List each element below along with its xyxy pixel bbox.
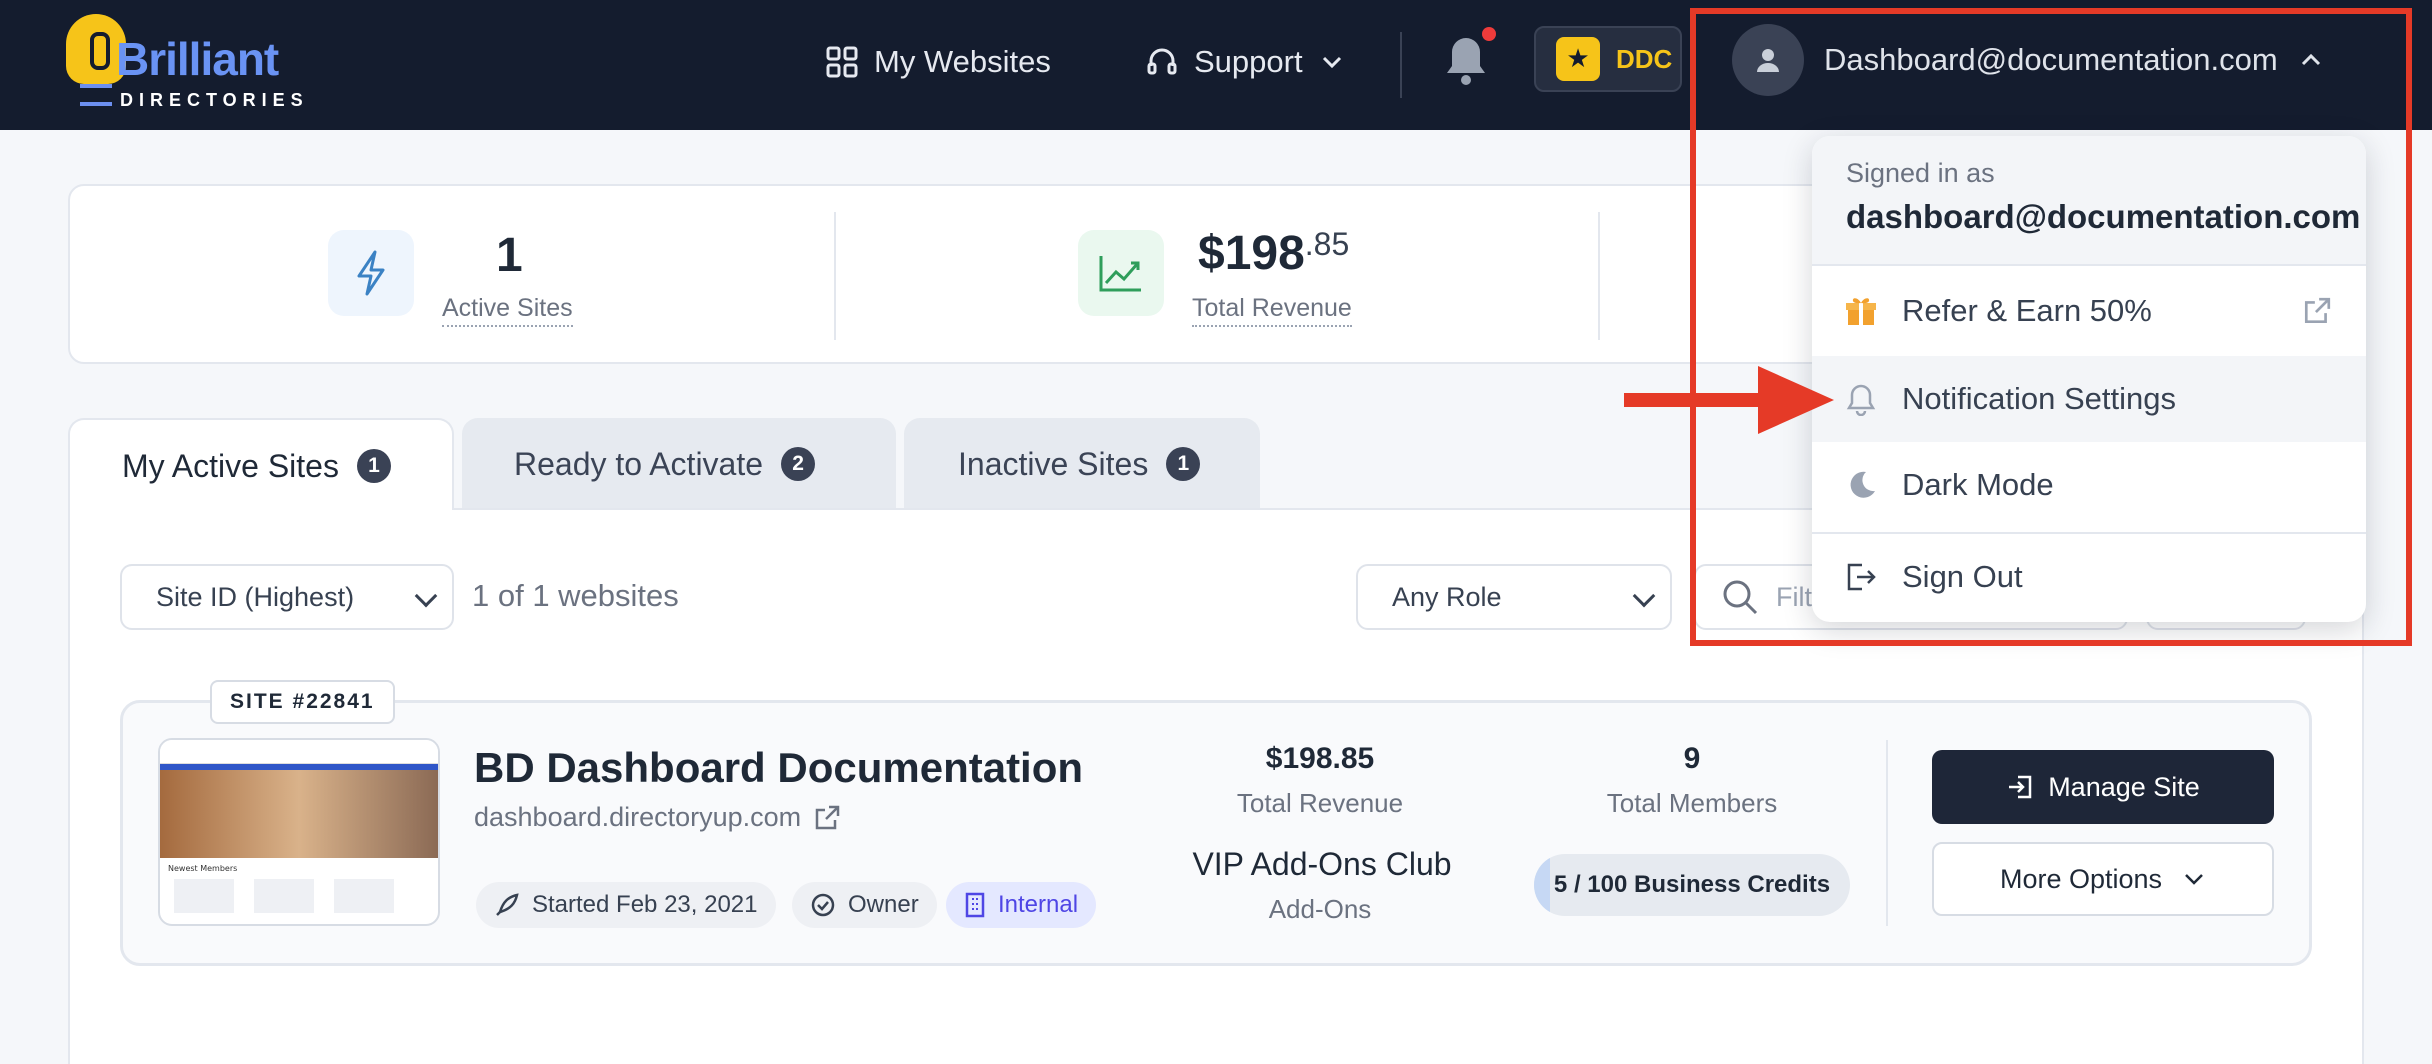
sort-select[interactable]: Site ID (Highest) (120, 564, 454, 630)
site-thumbnail[interactable]: Newest Members (158, 738, 440, 926)
nav-support[interactable]: Support (1146, 34, 1345, 90)
started-date-chip: Started Feb 23, 2021 (476, 882, 776, 928)
ddc-label: DDC (1616, 43, 1673, 74)
site-members-value: 9 (1683, 742, 1701, 775)
brilliant-directories-logo[interactable]: Brilliant DIRECTORIES (62, 14, 303, 114)
tab-label: Inactive Sites (958, 445, 1149, 482)
ddc-badge-button[interactable]: ★ DDC (1534, 26, 1682, 92)
websites-count: 1 of 1 websites (472, 578, 679, 613)
nav-my-websites-label: My Websites (874, 44, 1051, 79)
tab-count-badge: 2 (781, 447, 816, 481)
business-credits-bar: 5 / 100 Business Credits (1534, 854, 1850, 916)
tab-label: Ready to Activate (514, 445, 764, 482)
role-select[interactable]: Any Role (1356, 564, 1672, 630)
annotation-highlight-box (1690, 8, 2412, 646)
site-addons-label: Add-Ons (1268, 894, 1372, 924)
business-credits-text: 5 / 100 Business Credits (1553, 871, 1831, 898)
building-icon (965, 892, 985, 918)
chevron-down-icon (1322, 56, 1341, 69)
site-domain: dashboard.directoryup.com (474, 802, 802, 832)
logo-subtitle: DIRECTORIES (120, 90, 309, 110)
active-sites-label[interactable]: Active Sites (442, 294, 573, 327)
tab-inactive-sites[interactable]: Inactive Sites 1 (904, 418, 1260, 510)
site-card (120, 700, 2312, 966)
chevron-down-icon (1632, 584, 1656, 608)
nav-my-websites[interactable]: My Websites (826, 34, 1051, 90)
more-options-button[interactable]: More Options (1932, 842, 2274, 916)
tab-my-active-sites[interactable]: My Active Sites 1 (68, 418, 454, 512)
site-id-tag: SITE #22841 (210, 680, 395, 724)
site-card-divider (1886, 740, 1888, 926)
tab-ready-to-activate[interactable]: Ready to Activate 2 (462, 418, 896, 510)
sign-in-icon (2009, 775, 2032, 799)
active-sites-value: 1 (496, 229, 523, 282)
internal-chip: Internal (946, 882, 1097, 928)
chevron-down-icon (2185, 874, 2203, 885)
notification-dot (1482, 27, 1496, 41)
nav-divider (1400, 32, 1402, 98)
site-title[interactable]: BD Dashboard Documentation (474, 744, 1083, 792)
site-domain-link[interactable]: dashboard.directoryup.com (474, 802, 841, 833)
bolt-icon (328, 230, 414, 316)
tab-count-badge: 1 (356, 449, 391, 483)
external-link-icon (815, 805, 840, 829)
owner-chip: Owner (792, 882, 937, 928)
role-select-value: Any Role (1392, 581, 1502, 612)
headset-icon (1147, 48, 1177, 75)
total-revenue-label[interactable]: Total Revenue (1192, 294, 1352, 327)
trend-icon (1078, 230, 1164, 316)
stats-divider (834, 212, 836, 340)
notifications-bell-icon[interactable] (1444, 34, 1488, 88)
business-credits-fill (1534, 854, 1550, 916)
site-addons-value: VIP Add-Ons Club (1192, 846, 1452, 882)
total-revenue-value: $198.85 (1198, 226, 1350, 280)
nav-support-label: Support (1194, 44, 1303, 79)
site-revenue-label: Total Revenue (1236, 788, 1404, 818)
rocket-icon (496, 893, 519, 916)
tab-label: My Active Sites (122, 447, 339, 484)
chevron-down-icon (414, 584, 438, 608)
grid-icon (826, 46, 858, 78)
check-circle-icon (811, 893, 835, 917)
star-icon: ★ (1556, 37, 1600, 81)
annotation-arrow-icon (1624, 366, 1834, 434)
logo-wordmark: Brilliant (116, 33, 279, 85)
manage-site-button[interactable]: Manage Site (1932, 750, 2274, 824)
site-members-label: Total Members (1606, 788, 1778, 818)
tab-count-badge: 1 (1166, 447, 1201, 481)
stats-divider (1598, 212, 1600, 340)
site-revenue-value: $198.85 (1265, 742, 1375, 775)
sort-select-value: Site ID (Highest) (156, 581, 355, 612)
